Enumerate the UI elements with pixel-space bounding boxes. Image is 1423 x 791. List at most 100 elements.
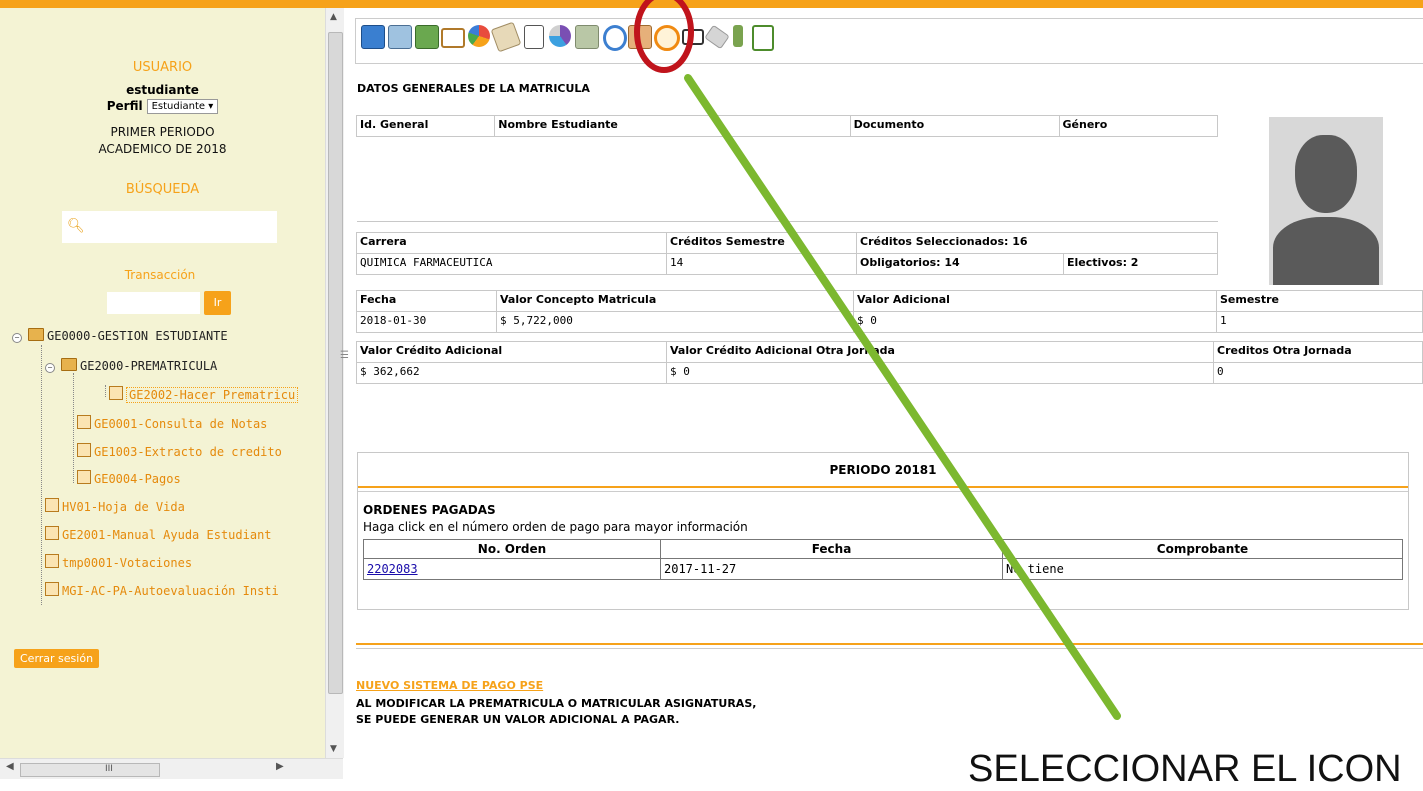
perfil-row: Perfil Estudiante ▾ xyxy=(0,99,325,114)
person-tool-icon[interactable] xyxy=(733,25,743,47)
document-icon xyxy=(45,554,59,568)
note-line-1: AL MODIFICAR LA PREMATRICULA O MATRICULA… xyxy=(356,697,757,710)
semestre-value: 1 xyxy=(1216,311,1423,333)
hand-pay-icon[interactable] xyxy=(575,25,599,49)
page-title: DATOS GENERALES DE LA MATRICULA xyxy=(357,82,590,95)
scroll-thumb[interactable] xyxy=(328,32,343,694)
perfil-value: Estudiante xyxy=(151,101,206,112)
transaction-input[interactable] xyxy=(107,292,200,314)
collapse-icon[interactable]: − xyxy=(45,363,55,373)
tree-line xyxy=(73,373,74,483)
valor-adicional-header: Valor Adicional xyxy=(853,290,1217,312)
clock-blue-icon[interactable] xyxy=(603,25,627,51)
id-general-header: Id. General xyxy=(355,115,496,137)
top-accent-bar xyxy=(0,0,1423,8)
pie-3d-icon[interactable] xyxy=(549,25,571,47)
tree-node-pagos[interactable]: GE0004-Pagos xyxy=(77,470,181,486)
orden-fecha: 2017-11-27 xyxy=(660,558,1003,580)
tree-node-hacer-prematricula[interactable]: GE2002-Hacer Prematricu xyxy=(109,386,299,403)
envelope-icon[interactable] xyxy=(441,28,465,48)
ir-button[interactable]: Ir xyxy=(204,291,231,315)
periodo-panel: PERIODO 20181 ORDENES PAGADAS Haga click… xyxy=(357,452,1409,610)
fecha-col-header: Fecha xyxy=(660,539,1003,559)
money-hand-icon[interactable] xyxy=(415,25,439,49)
tree-node-prematricula[interactable]: − GE2000-PREMATRICULA xyxy=(45,358,217,373)
orden-header: No. Orden xyxy=(363,539,661,559)
obligatorios-value: Obligatorios: 14 xyxy=(856,253,1064,275)
table-row: 2202083 2017-11-27 No tiene xyxy=(363,558,1403,580)
scroll-up-icon[interactable]: ▲ xyxy=(330,12,337,22)
text-doc-icon[interactable] xyxy=(524,25,544,49)
pie-chart-icon[interactable] xyxy=(468,25,490,47)
sidebar-vertical-scrollbar[interactable]: ▲ ▼ xyxy=(325,8,344,758)
transaccion-label: Transacción xyxy=(124,268,196,282)
valor-adicional-value: $ 0 xyxy=(853,311,1217,333)
sidebar-horizontal-scrollbar[interactable]: ◀ III ▶ xyxy=(0,758,343,779)
scroll-right-icon[interactable]: ▶ xyxy=(276,761,284,772)
genero-header: Género xyxy=(1058,115,1219,137)
tree-node-label: GE0000-GESTION ESTUDIANTE xyxy=(47,329,228,343)
newspaper-icon[interactable] xyxy=(490,21,522,53)
tree-node-extracto-credito[interactable]: GE1003-Extracto de credito xyxy=(77,443,282,459)
perfil-select[interactable]: Estudiante ▾ xyxy=(146,99,219,114)
clock-orange-icon[interactable] xyxy=(654,25,680,51)
student-info-table: Id. General Nombre Estudiante Documento … xyxy=(355,115,1219,222)
periodo-title: PERIODO 20181 xyxy=(829,463,937,477)
folder-open-icon xyxy=(28,328,44,341)
nombre-header: Nombre Estudiante xyxy=(494,115,851,137)
document-icon xyxy=(45,582,59,596)
student-photo xyxy=(1269,117,1383,285)
fecha-header: Fecha xyxy=(356,290,497,312)
orden-comprobante: No tiene xyxy=(1002,558,1403,580)
instruction-text: SELECCIONAR EL ICON xyxy=(968,748,1402,790)
payment-values-table: Fecha Valor Concepto Matricula Valor Adi… xyxy=(356,290,1423,333)
semestre-header: Semestre xyxy=(1216,290,1423,312)
document-icon xyxy=(77,470,91,484)
tree-node-gestion-estudiante[interactable]: − GE0000-GESTION ESTUDIANTE xyxy=(12,328,228,343)
book-icon[interactable] xyxy=(682,29,704,45)
creditos-otra-value: 0 xyxy=(1213,362,1423,384)
busqueda-label: BÚSQUEDA xyxy=(125,182,200,197)
collapse-icon[interactable]: − xyxy=(12,333,22,343)
search-icon: 🔍︎ xyxy=(67,218,85,234)
tree-node-consulta-notas[interactable]: GE0001-Consulta de Notas xyxy=(77,415,267,431)
avatar-body xyxy=(1273,217,1379,285)
period-line-1: PRIMER PERIODO xyxy=(110,125,215,139)
eraser-icon[interactable] xyxy=(704,24,730,50)
scroll-left-icon[interactable]: ◀ xyxy=(6,761,14,772)
perfil-label: Perfil xyxy=(106,99,143,113)
avatar-head xyxy=(1295,135,1357,213)
career-table: Carrera Créditos Semestre Créditos Selec… xyxy=(356,232,1218,275)
hand-money-icon[interactable] xyxy=(628,25,652,49)
exit-door-icon[interactable] xyxy=(752,25,774,51)
ordenes-table: No. Orden Fecha Comprobante 2202083 2017… xyxy=(363,539,1403,580)
note-line-2: SE PUEDE GENERAR UN VALOR ADICIONAL A PA… xyxy=(356,713,680,726)
tree-line xyxy=(105,385,106,397)
tree-node-autoevaluacion[interactable]: MGI-AC-PA-Autoevaluación Insti xyxy=(45,582,279,598)
credit-values-table: Valor Crédito Adicional Valor Crédito Ad… xyxy=(356,341,1423,384)
student-info-empty-row xyxy=(356,136,1218,222)
splitter-grip-icon[interactable]: ☰ xyxy=(340,350,349,361)
calculator-icon[interactable] xyxy=(388,25,412,49)
scroll-down-icon[interactable]: ▼ xyxy=(330,744,337,754)
valor-credito-adicional-value: $ 362,662 xyxy=(356,362,667,384)
orden-link[interactable]: 2202083 xyxy=(367,562,418,576)
ordenes-hint: Haga click en el número orden de pago pa… xyxy=(363,520,748,534)
search-input[interactable]: 🔍︎ xyxy=(62,211,277,243)
usuario-label: USUARIO xyxy=(132,60,193,75)
scroll-thumb[interactable]: III xyxy=(20,763,160,777)
tree-node-votaciones[interactable]: tmp0001-Votaciones xyxy=(45,554,192,570)
divider xyxy=(356,643,1423,645)
payment-note: AL MODIFICAR LA PREMATRICULA O MATRICULA… xyxy=(356,696,756,728)
electivos-value: Electivos: 2 xyxy=(1063,253,1218,275)
tree-node-label: tmp0001-Votaciones xyxy=(62,556,193,570)
tree-node-manual-ayuda[interactable]: GE2001-Manual Ayuda Estudiant xyxy=(45,526,272,542)
valor-credito-otra-header: Valor Crédito Adicional Otra Jornada xyxy=(666,341,1214,363)
logout-button[interactable]: Cerrar sesión xyxy=(14,649,100,668)
tree-node-label: GE1003-Extracto de credito xyxy=(94,445,282,459)
carrera-header: Carrera xyxy=(356,232,667,254)
pse-link[interactable]: NUEVO SISTEMA DE PAGO PSE xyxy=(356,679,543,692)
divider xyxy=(358,486,1408,488)
search-doc-icon[interactable] xyxy=(361,25,385,49)
tree-node-hoja-vida[interactable]: HV01-Hoja de Vida xyxy=(45,498,185,514)
